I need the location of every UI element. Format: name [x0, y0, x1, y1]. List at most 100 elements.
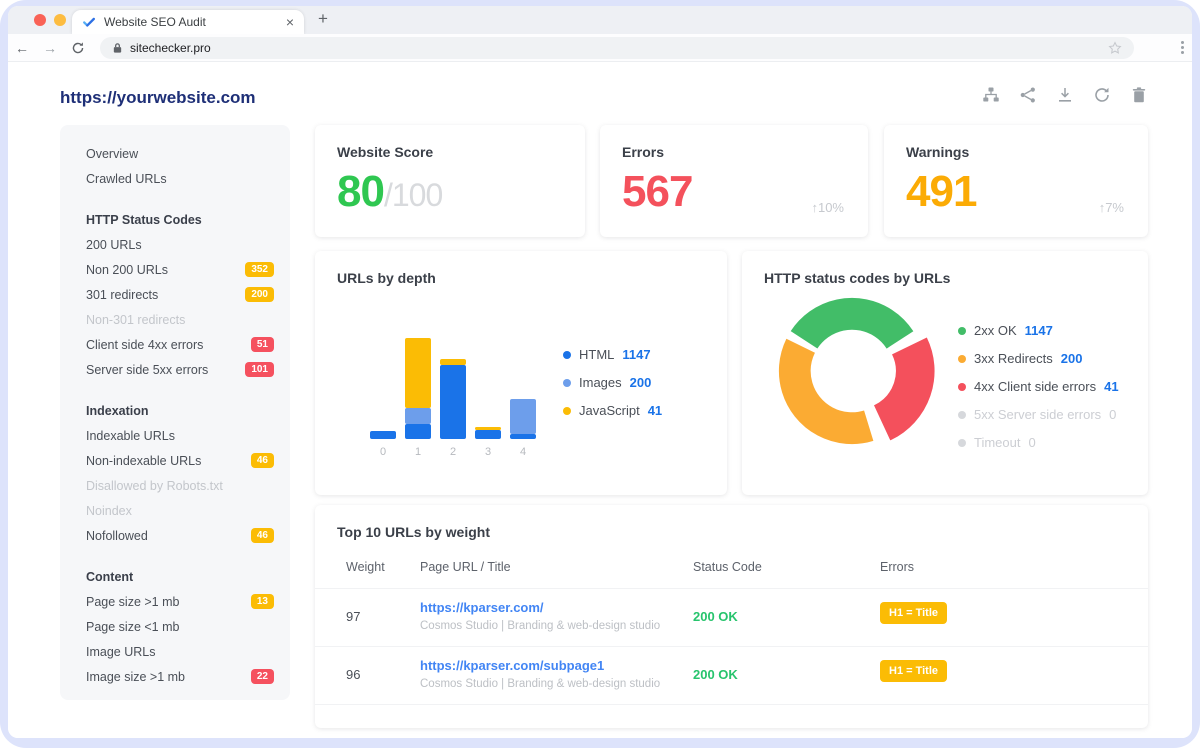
- 5xx-dot-icon: [958, 411, 966, 419]
- legend-item-timeout: Timeout 0: [958, 435, 1119, 450]
- url-bar[interactable]: sitechecker.pro: [100, 37, 1134, 59]
- desktop-background: Website SEO Audit × + ← → sitechecker.pr…: [0, 0, 1200, 748]
- count-badge: 13: [251, 594, 274, 609]
- status-codes-donut-chart: [766, 285, 938, 457]
- bar-chart-legend: HTML 1147 Images 200 JavaScript 41: [563, 347, 662, 418]
- table-row: 96 https://kparser.com/subpage1 Cosmos S…: [315, 646, 1148, 704]
- sidebar-item-page-size-lt-1mb[interactable]: Page size <1 mb: [86, 614, 274, 639]
- page-url-link[interactable]: https://kparser.com/subpage1: [420, 658, 604, 673]
- bar-segment-images: [405, 408, 431, 424]
- bookmark-star-icon[interactable]: [1108, 41, 1122, 55]
- new-tab-button[interactable]: +: [318, 9, 328, 29]
- 4xx-dot-icon: [958, 383, 966, 391]
- sidebar-item-non-200-urls[interactable]: Non 200 URLs352: [86, 257, 274, 282]
- errors-card: Errors 567 ↑10%: [600, 125, 868, 237]
- donut-legend: 2xx OK 1147 3xx Redirects 200 4xx Client…: [958, 323, 1119, 450]
- images-dot-icon: [563, 379, 571, 387]
- reload-icon[interactable]: [64, 41, 92, 55]
- count-badge: 46: [251, 453, 274, 468]
- javascript-dot-icon: [563, 407, 571, 415]
- sidebar-item-server-5xx-errors[interactable]: Server side 5xx errors101: [86, 357, 274, 382]
- timeout-dot-icon: [958, 439, 966, 447]
- column-header-errors: Errors: [880, 560, 914, 574]
- sitemap-icon[interactable]: [982, 86, 1000, 104]
- browser-menu-icon[interactable]: [1181, 41, 1184, 54]
- x-axis-tick-label: 0: [380, 446, 386, 459]
- minimize-window-button[interactable]: [54, 14, 66, 26]
- errors-trend: ↑10%: [811, 200, 844, 215]
- status-code-cell: 200 OK: [693, 609, 738, 624]
- close-window-button[interactable]: [34, 14, 46, 26]
- count-badge: 22: [251, 669, 274, 684]
- weight-cell: 96: [346, 667, 360, 682]
- forward-icon[interactable]: →: [36, 40, 64, 56]
- errors-value: 567: [622, 167, 692, 217]
- page-title: Cosmos Studio | Branding & web-design st…: [420, 678, 660, 690]
- sidebar-item-301-redirects[interactable]: 301 redirects200: [86, 282, 274, 307]
- sidebar-item-non-301-redirects[interactable]: Non-301 redirects: [86, 307, 274, 332]
- share-icon[interactable]: [1019, 86, 1037, 104]
- sidebar-item-non-indexable-urls[interactable]: Non-indexable URLs46: [86, 448, 274, 473]
- sidebar-item-overview[interactable]: Overview: [86, 141, 274, 166]
- legend-item-html: HTML 1147: [563, 347, 662, 362]
- sidebar-item-noindex[interactable]: Noindex: [86, 498, 274, 523]
- chart-title: HTTP status codes by URLs: [764, 270, 950, 286]
- count-badge: 200: [245, 287, 274, 302]
- sidebar-item-client-4xx-errors[interactable]: Client side 4xx errors51: [86, 332, 274, 357]
- count-badge: 101: [245, 362, 274, 377]
- urls-by-depth-plot: 0 1 2 3 4: [370, 338, 536, 459]
- lock-icon: [112, 42, 123, 54]
- column-header-url: Page URL / Title: [420, 560, 511, 574]
- delete-icon[interactable]: [1130, 86, 1148, 104]
- warnings-value: 491: [906, 167, 976, 217]
- legend-item-5xx: 5xx Server side errors 0: [958, 407, 1119, 422]
- bar-segment-html: [475, 430, 501, 439]
- legend-item-2xx: 2xx OK 1147: [958, 323, 1119, 338]
- report-actions: [982, 86, 1148, 104]
- bar-column: 4: [510, 399, 536, 459]
- count-badge: 46: [251, 528, 274, 543]
- sidebar-item-disallowed-robots[interactable]: Disallowed by Robots.txt: [86, 473, 274, 498]
- back-icon[interactable]: ←: [8, 40, 36, 56]
- bar-segment-images: [510, 399, 536, 434]
- download-icon[interactable]: [1056, 86, 1074, 104]
- browser-window: Website SEO Audit × + ← → sitechecker.pr…: [8, 6, 1192, 738]
- top-urls-table-card: Top 10 URLs by weight Weight Page URL / …: [315, 505, 1148, 728]
- x-axis-tick-label: 2: [450, 446, 456, 459]
- column-header-weight: Weight: [346, 560, 385, 574]
- column-header-status: Status Code: [693, 560, 762, 574]
- refresh-icon[interactable]: [1093, 86, 1111, 104]
- page-title: Cosmos Studio | Branding & web-design st…: [420, 620, 660, 632]
- website-score-card: Website Score 80/100: [315, 125, 585, 237]
- bar-segment-html: [405, 424, 431, 439]
- x-axis-tick-label: 3: [485, 446, 491, 459]
- sidebar-item-page-size-gt-1mb[interactable]: Page size >1 mb13: [86, 589, 274, 614]
- website-score-max: /100: [384, 177, 442, 213]
- tab-title: Website SEO Audit: [104, 15, 278, 29]
- sidebar-item-image-urls[interactable]: Image URLs: [86, 639, 274, 664]
- browser-tab[interactable]: Website SEO Audit ×: [72, 10, 304, 34]
- x-axis-tick-label: 4: [520, 446, 526, 459]
- legend-item-javascript: JavaScript 41: [563, 403, 662, 418]
- sidebar-item-nofollowed[interactable]: Nofollowed46: [86, 523, 274, 548]
- bar-segment-html: [370, 431, 396, 439]
- audited-site-url: https://yourwebsite.com: [60, 88, 256, 108]
- sidebar-item-image-size-gt-1mb[interactable]: Image size >1 mb22: [86, 664, 274, 689]
- page-url-link[interactable]: https://kparser.com/: [420, 600, 544, 615]
- sidebar-item-200-urls[interactable]: 200 URLs: [86, 232, 274, 257]
- sidebar-item-crawled-urls[interactable]: Crawled URLs: [86, 166, 274, 191]
- chart-title: URLs by depth: [337, 270, 436, 286]
- stat-label: Errors: [622, 144, 664, 160]
- sidebar-section-http-status-codes: HTTP Status Codes: [86, 207, 274, 232]
- weight-cell: 97: [346, 609, 360, 624]
- table-row-divider: [315, 704, 1148, 738]
- stat-label: Warnings: [906, 144, 969, 160]
- sidebar-item-indexable-urls[interactable]: Indexable URLs: [86, 423, 274, 448]
- count-badge: 51: [251, 337, 274, 352]
- bar-column: 1: [405, 338, 431, 459]
- tab-close-icon[interactable]: ×: [286, 14, 294, 30]
- legend-item-3xx: 3xx Redirects 200: [958, 351, 1119, 366]
- table-header-row: Weight Page URL / Title Status Code Erro…: [315, 560, 1148, 588]
- bar-segment-html: [510, 434, 536, 439]
- sidebar: Overview Crawled URLs HTTP Status Codes …: [60, 125, 290, 700]
